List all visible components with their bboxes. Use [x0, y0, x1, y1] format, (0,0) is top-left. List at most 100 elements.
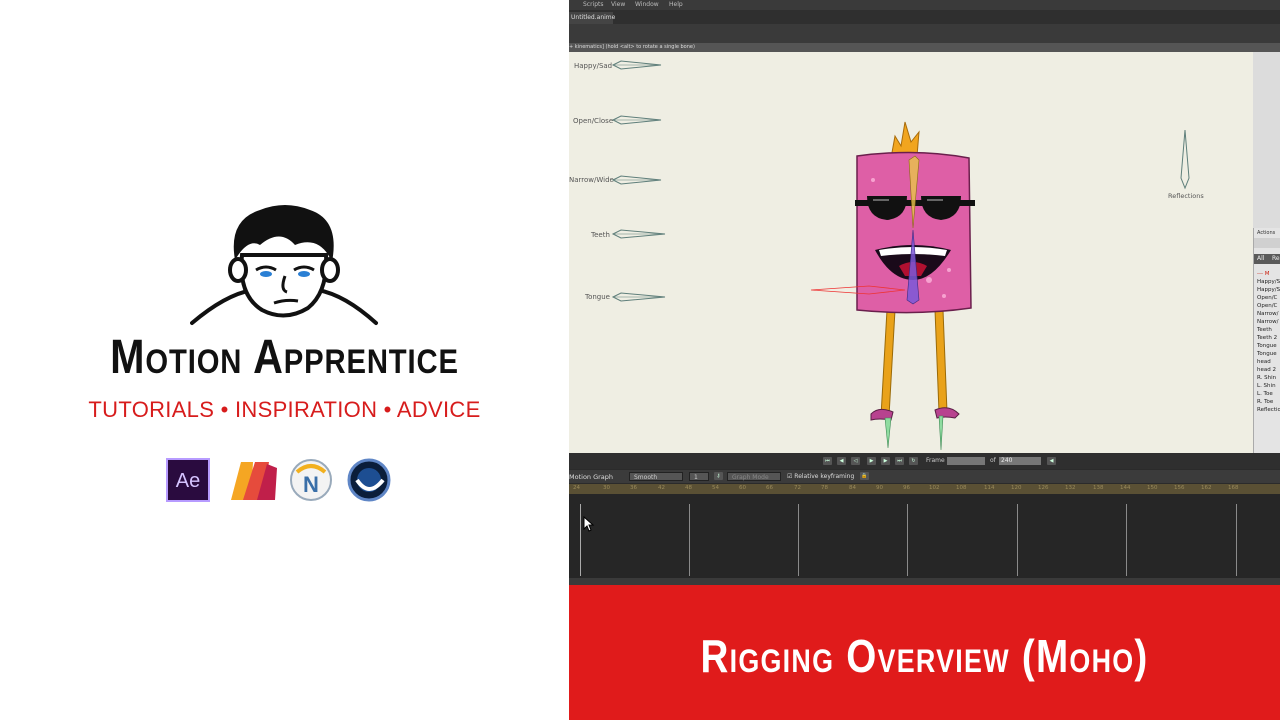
- brand-title: Motion Apprentice: [110, 331, 459, 384]
- ruler-tick: 48: [685, 485, 692, 491]
- action-item[interactable]: head: [1257, 358, 1280, 366]
- menu-help[interactable]: Help: [669, 1, 683, 8]
- ruler-tick: 102: [929, 485, 940, 491]
- frame-label: Frame: [926, 457, 945, 464]
- action-item[interactable]: Tongue: [1257, 342, 1280, 350]
- action-item[interactable]: Narrow/: [1257, 318, 1280, 326]
- actions-list: --- M Happy/S Happy/S Open/C Open/C Narr…: [1257, 270, 1280, 414]
- rewind-icon[interactable]: ⏮: [823, 457, 832, 465]
- action-item[interactable]: Tongue: [1257, 350, 1280, 358]
- play-icon[interactable]: ▶: [867, 457, 876, 465]
- step-back-icon[interactable]: ◀: [837, 457, 846, 465]
- ruler-tick: 126: [1038, 485, 1049, 491]
- action-item[interactable]: L. Toe: [1257, 390, 1280, 398]
- actions-tab-re[interactable]: Re: [1272, 255, 1280, 262]
- menu-window[interactable]: Window: [635, 1, 659, 8]
- of-label: of: [990, 457, 996, 464]
- relative-keyframing-label: Relative keyframing: [794, 473, 855, 480]
- action-item[interactable]: R. Shin: [1257, 374, 1280, 382]
- action-item[interactable]: Narrow/: [1257, 310, 1280, 318]
- total-frames-input[interactable]: 240: [999, 457, 1041, 465]
- actions-tab-all[interactable]: All: [1257, 255, 1264, 262]
- keyframe-divider: [1236, 504, 1237, 576]
- action-item[interactable]: head 2: [1257, 366, 1280, 374]
- switch-label-open-close: Open/Close: [573, 117, 614, 125]
- action-item[interactable]: Happy/S: [1257, 286, 1280, 294]
- action-item[interactable]: Happy/S: [1257, 278, 1280, 286]
- action-item[interactable]: --- M: [1257, 270, 1280, 278]
- ruler-tick: 150: [1147, 485, 1158, 491]
- ruler-tick: 162: [1201, 485, 1212, 491]
- menu-view[interactable]: View: [611, 1, 625, 8]
- mouse-cursor-icon: [583, 516, 595, 532]
- ruler-tick: 90: [876, 485, 883, 491]
- bone-tongue[interactable]: [611, 292, 667, 302]
- playhead[interactable]: [580, 504, 581, 576]
- action-item[interactable]: Open/C: [1257, 302, 1280, 310]
- ruler-tick: 60: [739, 485, 746, 491]
- action-item[interactable]: Teeth 2: [1257, 334, 1280, 342]
- keyframe-divider: [907, 504, 908, 576]
- menu-scripts[interactable]: Scripts: [583, 1, 604, 8]
- status-hint-bar: + kinematics] (hold <alt> to rotate a si…: [569, 43, 1280, 52]
- action-item[interactable]: Reflectio: [1257, 406, 1280, 414]
- ruler-tick: 66: [766, 485, 773, 491]
- brand-tagline: TUTORIALS • INSPIRATION • ADVICE: [88, 397, 481, 422]
- modo-logo: N: [289, 458, 333, 502]
- switch-label-narrow-wide: Narrow/Wide: [569, 176, 614, 184]
- collapse-icon[interactable]: ◀: [1047, 457, 1056, 465]
- document-tab[interactable]: Untitled.anime: [569, 12, 615, 24]
- loop-icon[interactable]: ↻: [909, 457, 918, 465]
- keyframe-divider: [1126, 504, 1127, 576]
- ruler-tick: 78: [821, 485, 828, 491]
- action-item[interactable]: Teeth: [1257, 326, 1280, 334]
- actions-panel: Actions All Re --- M Happy/S Happy/S Ope…: [1253, 228, 1280, 453]
- ruler-tick: 24: [573, 485, 580, 491]
- transport-bar: ⏮ ◀ ◁ ▶ ▶ ⏭ ↻ Frame of 240 ◀: [569, 453, 1280, 469]
- lock-icon[interactable]: 🔒: [860, 472, 869, 480]
- action-item[interactable]: L. Shin: [1257, 382, 1280, 390]
- bone-narrow-wide[interactable]: [611, 175, 663, 185]
- cinema4d-logo: [347, 458, 391, 502]
- timeline-tab-motion-graph[interactable]: Motion Graph: [569, 473, 613, 481]
- graph-mode-select[interactable]: Graph Mode: [727, 472, 781, 481]
- banner-title: Rigging Overview (Moho): [700, 630, 1149, 682]
- keyframe-divider: [798, 504, 799, 576]
- ruler-tick: 54: [712, 485, 719, 491]
- switch-label-happy-sad: Happy/Sad: [574, 62, 613, 70]
- mascot-logo: [190, 205, 378, 325]
- action-item[interactable]: Open/C: [1257, 294, 1280, 302]
- action-item[interactable]: R. Toe: [1257, 398, 1280, 406]
- ruler-tick: 132: [1065, 485, 1076, 491]
- moho-logo: [227, 458, 281, 502]
- status-hint: + kinematics] (hold <alt> to rotate a si…: [569, 44, 695, 50]
- key-icon[interactable]: ⚷: [714, 472, 723, 480]
- reflections-label: Reflections: [1168, 192, 1204, 200]
- bone-open-close[interactable]: [611, 115, 663, 125]
- frame-input[interactable]: [947, 457, 985, 465]
- fast-forward-icon[interactable]: ⏭: [895, 457, 904, 465]
- interp-count-select[interactable]: 1: [689, 472, 709, 481]
- ruler-tick: 156: [1174, 485, 1185, 491]
- canvas[interactable]: Happy/Sad Open/Close Narrow/Wide Teeth T…: [569, 52, 1253, 453]
- motion-graph-area[interactable]: [569, 494, 1280, 578]
- bone-happy-sad[interactable]: [611, 60, 663, 70]
- document-tab-bar: [569, 10, 1280, 24]
- interpolation-select[interactable]: Smooth: [629, 472, 683, 481]
- character-rig[interactable]: [809, 120, 979, 452]
- play-reverse-icon[interactable]: ◁: [851, 457, 860, 465]
- bone-reflections[interactable]: [1179, 128, 1191, 190]
- switch-label-tongue: Tongue: [585, 293, 610, 301]
- step-forward-icon[interactable]: ▶: [881, 457, 890, 465]
- title-banner: Rigging Overview (Moho): [569, 585, 1280, 720]
- ruler-tick: 144: [1120, 485, 1131, 491]
- actions-toolbar: [1254, 238, 1280, 248]
- actions-title: Actions: [1257, 230, 1276, 236]
- ruler-tick: 138: [1093, 485, 1104, 491]
- bone-teeth[interactable]: [611, 229, 667, 239]
- keyframe-divider: [1017, 504, 1018, 576]
- menu-bar: Scripts View Window Help: [569, 0, 1280, 10]
- relative-keyframing-checkbox[interactable]: ☑ Relative keyframing: [787, 473, 854, 480]
- ruler-tick: 114: [984, 485, 995, 491]
- timeline-ruler[interactable]: 24 30 36 42 48 54 60 66 72 78 84 90 96 1…: [569, 484, 1280, 494]
